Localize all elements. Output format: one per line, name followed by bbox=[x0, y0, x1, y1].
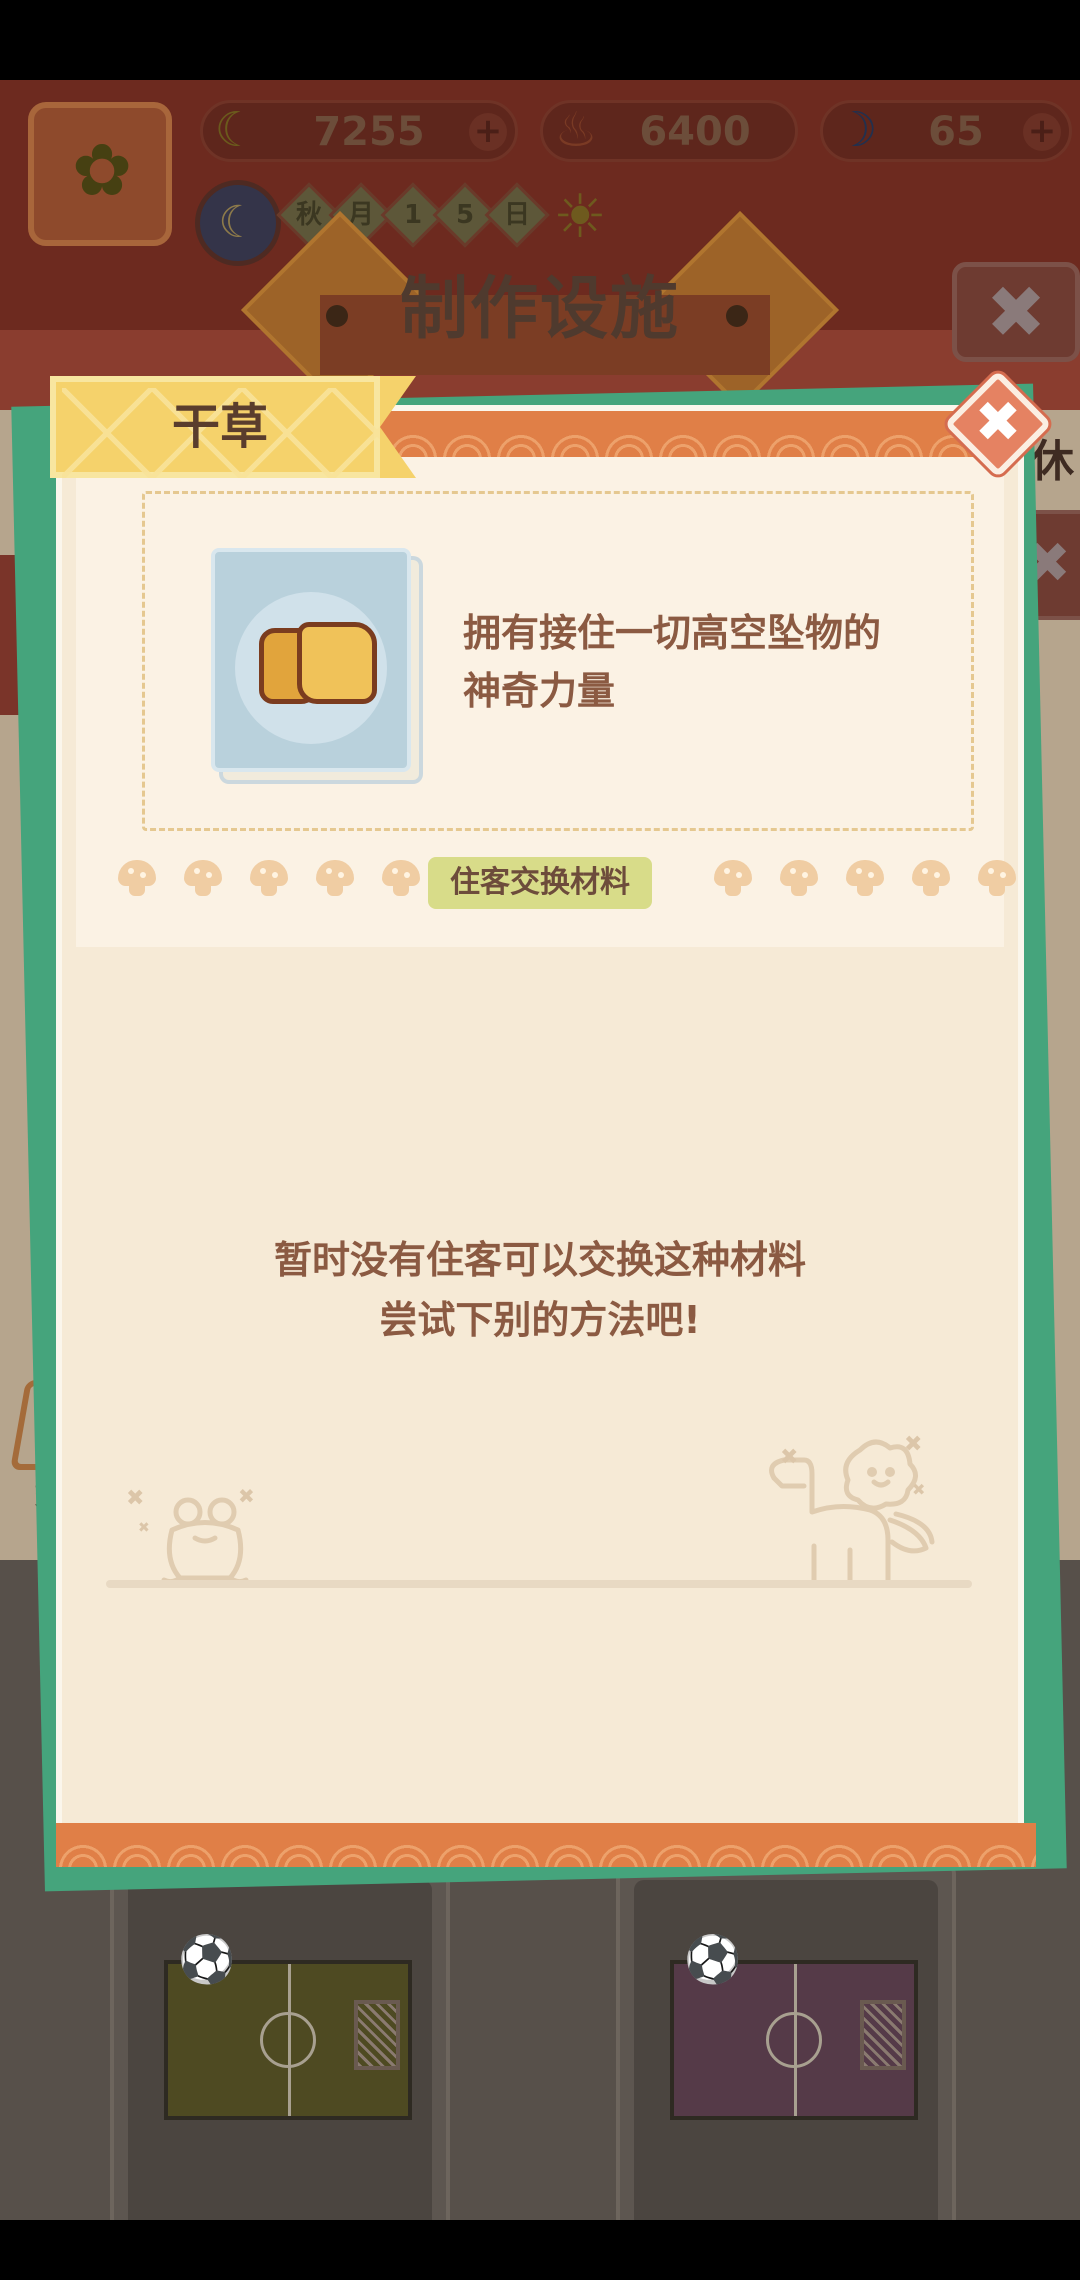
facility-card[interactable]: ⚽ bbox=[110, 1860, 450, 2220]
fire-counter: ♨ 6400 bbox=[540, 100, 798, 162]
nut-icon bbox=[250, 860, 288, 898]
close-icon: ✖ bbox=[974, 390, 1022, 455]
nut-icon bbox=[714, 860, 752, 898]
soccer-court: ⚽ bbox=[670, 1934, 918, 2120]
nut-icon bbox=[912, 860, 950, 898]
eggplant-icon: ☽ bbox=[834, 102, 878, 158]
eggplant-value: 65 bbox=[928, 109, 984, 155]
add-banana-button[interactable]: + bbox=[469, 113, 507, 151]
description-line: 拥有接住一切高空坠物的 bbox=[463, 611, 882, 655]
flower-icon: ✿ bbox=[71, 128, 133, 212]
sparkle-icon: ✖ bbox=[904, 1432, 923, 1457]
sparkle-icon: ✖ bbox=[780, 1445, 799, 1470]
item-info-box: 拥有接住一切高空坠物的 神奇力量 bbox=[142, 491, 974, 831]
nut-icon bbox=[978, 860, 1016, 898]
facility-card[interactable]: ⚽ bbox=[616, 1860, 956, 2220]
nut-icon bbox=[184, 860, 222, 898]
sparkle-icon: ✖ bbox=[912, 1480, 926, 1499]
facility-card-inner: ⚽ bbox=[128, 1880, 432, 2220]
nut-icon bbox=[780, 860, 818, 898]
empty-line: 尝试下别的方法吧! bbox=[379, 1298, 701, 1342]
page-title: 制作设施 bbox=[399, 270, 680, 349]
avatar[interactable]: ✿ bbox=[28, 102, 172, 246]
nut-icon bbox=[382, 860, 420, 898]
item-title-ribbon: 干草 bbox=[50, 376, 416, 478]
item-detail-modal: 拥有接住一切高空坠物的 神奇力量 bbox=[56, 405, 1036, 1867]
goal-icon bbox=[860, 2000, 906, 2070]
item-card bbox=[211, 548, 411, 772]
banana-counter[interactable]: ☾ 7255 + bbox=[200, 100, 518, 162]
facility-card-inner: ⚽ bbox=[634, 1880, 938, 2220]
eggplant-counter[interactable]: ☽ 65 + bbox=[820, 100, 1072, 162]
banana-icon: ☾ bbox=[214, 102, 258, 158]
hay-icon bbox=[259, 622, 377, 708]
banana-value: 7255 bbox=[313, 109, 425, 155]
section-tag: 住客交换材料 bbox=[428, 857, 652, 909]
soccer-court: ⚽ bbox=[164, 1934, 412, 2120]
ball-icon: ⚽ bbox=[178, 1932, 236, 1986]
goal-icon bbox=[354, 2000, 400, 2070]
sparkle-icon: ✖ bbox=[238, 1484, 255, 1508]
fire-icon: ♨ bbox=[554, 102, 598, 158]
empty-state-message: 暂时没有住客可以交换这种材料 尝试下别的方法吧! bbox=[0, 1230, 1080, 1350]
ground-line bbox=[106, 1580, 972, 1588]
add-eggplant-button[interactable]: + bbox=[1023, 113, 1061, 151]
item-description: 拥有接住一切高空坠物的 神奇力量 bbox=[463, 604, 963, 720]
sparkle-icon: ✖ bbox=[126, 1486, 145, 1511]
modal-bottom-border bbox=[56, 1823, 1036, 1867]
nut-icon bbox=[846, 860, 884, 898]
background-close-button[interactable]: ✖ bbox=[952, 262, 1080, 362]
empty-line: 暂时没有住客可以交换这种材料 bbox=[273, 1238, 806, 1282]
nut-icon bbox=[118, 860, 156, 898]
ball-icon: ⚽ bbox=[684, 1932, 742, 1986]
sparkle-icon: ✖ bbox=[138, 1520, 150, 1536]
description-line: 神奇力量 bbox=[463, 669, 616, 713]
item-title: 干草 bbox=[171, 399, 268, 455]
nut-icon bbox=[316, 860, 354, 898]
fire-value: 6400 bbox=[639, 109, 751, 155]
moon-icon: ☾ bbox=[195, 180, 281, 266]
sun-icon: ☀ bbox=[553, 182, 607, 252]
